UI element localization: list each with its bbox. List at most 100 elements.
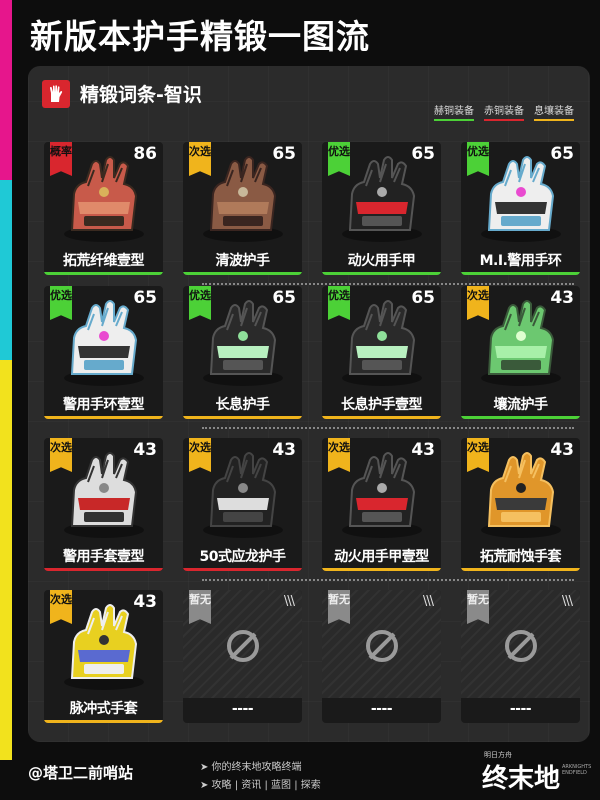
equipment-level: 43 <box>272 440 296 460</box>
recommendation-badge: 暂无 <box>189 590 211 624</box>
equipment-card[interactable]: 次选 43 警用手套壹型 <box>44 438 163 571</box>
equipment-name: 拓荒耐蚀手套 <box>480 549 562 565</box>
tier-bar <box>322 720 441 723</box>
equipment-level: 65 <box>272 144 296 164</box>
slash-marks: \\\ <box>422 594 434 609</box>
equipment-level: 43 <box>411 440 435 460</box>
equipment-level: 65 <box>411 144 435 164</box>
equipment-name: 清波护手 <box>215 253 271 269</box>
tier-bar <box>461 416 580 419</box>
logo-title: 终末地 <box>482 764 561 794</box>
tier-bar <box>183 568 302 571</box>
recommendation-badge: 优选 <box>467 142 489 176</box>
tier-bar <box>44 416 163 419</box>
footer: @塔卫二前哨站 ➤ 你的终末地攻略终端 ➤ 攻略 | 资讯 | 蓝图 | 探索 … <box>0 748 600 800</box>
equipment-card[interactable]: 优选 65 长息护手 <box>183 286 302 419</box>
recommendation-badge: 次选 <box>467 286 489 320</box>
equipment-card[interactable]: 优选 65 长息护手壹型 <box>322 286 441 419</box>
recommendation-badge: 优选 <box>328 286 350 320</box>
tier-bar <box>461 568 580 571</box>
tier-bar <box>322 568 441 571</box>
tier-bar <box>461 720 580 723</box>
equipment-level: 65 <box>272 288 296 308</box>
empty-slot-icon <box>223 626 263 670</box>
equipment-card[interactable]: 次选 43 壤流护手 <box>461 286 580 419</box>
equipment-level: 65 <box>411 288 435 308</box>
equipment-level: 43 <box>133 592 157 612</box>
recommendation-badge: 优选 <box>50 286 72 320</box>
recommendation-badge: 次选 <box>189 142 211 176</box>
equipment-row: 次选 43 警用手套壹型 次选 43 50式应龙护手 次选 43 动火用手甲壹型 次选 43 拓荒耐蚀… <box>44 438 580 571</box>
equipment-name: 脉冲式手套 <box>69 701 138 717</box>
slash-marks: \\\ <box>283 594 295 609</box>
equipment-card[interactable]: 次选 43 拓荒耐蚀手套 <box>461 438 580 571</box>
logo-english: ARKNIGHTS ENDFIELD <box>562 764 592 776</box>
panel-header: 精锻词条-智识 赫铜装备 赤铜装备 息壤装备 <box>28 66 590 121</box>
equipment-name: ---- <box>231 701 254 717</box>
side-stripe-cyan <box>0 180 12 360</box>
equipment-card[interactable]: 暂无 \\\ ---- <box>183 590 302 723</box>
equipment-card[interactable]: 次选 65 清波护手 <box>183 142 302 275</box>
equipment-card[interactable]: 次选 43 50式应龙护手 <box>183 438 302 571</box>
legend-item: 赤铜装备 <box>484 102 524 121</box>
page-title: 新版本护手精锻一图流 <box>30 17 370 56</box>
row-divider <box>202 427 574 429</box>
equipment-row: 次选 43 脉冲式手套 暂无 \\\ ---- 暂无 \\\ ---- 暂无 \\\ ---- <box>44 590 580 723</box>
recommendation-badge: 次选 <box>50 590 72 624</box>
equipment-card[interactable]: 优选 65 动火用手甲 <box>322 142 441 275</box>
equipment-name: ---- <box>509 701 532 717</box>
empty-slot-icon <box>501 626 541 670</box>
recommendation-badge: 暂无 <box>467 590 489 624</box>
equipment-name: 警用手环壹型 <box>63 397 145 413</box>
equipment-level: 43 <box>550 288 574 308</box>
tier-bar <box>183 272 302 275</box>
equipment-name: M.I.警用手环 <box>479 253 562 269</box>
tier-bar <box>322 272 441 275</box>
side-stripe-magenta <box>0 0 12 180</box>
empty-slot-icon <box>362 626 402 670</box>
equipment-name: 长息护手壹型 <box>341 397 423 413</box>
footer-tagline: ➤ 你的终末地攻略终端 <box>200 762 302 773</box>
equipment-card[interactable]: 暂无 \\\ ---- <box>461 590 580 723</box>
tier-bar <box>322 416 441 419</box>
author-handle: @塔卫二前哨站 <box>28 764 134 782</box>
equipment-level: 43 <box>550 440 574 460</box>
equipment-card[interactable]: 次选 43 脉冲式手套 <box>44 590 163 723</box>
main-panel: 精锻词条-智识 赫铜装备 赤铜装备 息壤装备 概率 86 拓荒纤维壹型 次选 65 清波护手优… <box>28 66 590 742</box>
recommendation-badge: 次选 <box>467 438 489 472</box>
recommendation-badge: 次选 <box>189 438 211 472</box>
equipment-card[interactable]: 优选 65 M.I.警用手环 <box>461 142 580 275</box>
equipment-name: 壤流护手 <box>493 397 549 413</box>
tier-bar <box>183 720 302 723</box>
recommendation-badge: 优选 <box>328 142 350 176</box>
slash-marks: \\\ <box>561 594 573 609</box>
equipment-level: 43 <box>133 440 157 460</box>
equipment-card[interactable]: 次选 43 动火用手甲壹型 <box>322 438 441 571</box>
equipment-name: ---- <box>370 701 393 717</box>
recommendation-badge: 次选 <box>50 438 72 472</box>
footer-categories: ➤ 攻略 | 资讯 | 蓝图 | 探索 <box>200 780 321 791</box>
recommendation-badge: 概率 <box>50 142 72 176</box>
equipment-row: 优选 65 警用手环壹型 优选 65 长息护手 优选 65 长息护手壹型 次选 43 壤流护手 <box>44 286 580 419</box>
tier-bar <box>461 272 580 275</box>
section-title: 精锻词条-智识 <box>80 84 202 106</box>
equipment-card[interactable]: 概率 86 拓荒纤维壹型 <box>44 142 163 275</box>
tier-bar <box>183 416 302 419</box>
equipment-name: 动火用手甲 <box>347 253 416 269</box>
row-divider <box>202 283 574 285</box>
recommendation-badge: 暂无 <box>328 590 350 624</box>
side-stripe-yellow <box>0 360 12 760</box>
tier-bar <box>44 568 163 571</box>
equipment-name: 警用手套壹型 <box>63 549 145 565</box>
legend-item: 息壤装备 <box>534 102 574 121</box>
legend: 赫铜装备 赤铜装备 息壤装备 <box>434 102 574 121</box>
recommendation-badge: 优选 <box>189 286 211 320</box>
equipment-card[interactable]: 优选 65 警用手环壹型 <box>44 286 163 419</box>
equipment-level: 65 <box>550 144 574 164</box>
equipment-level: 86 <box>133 144 157 164</box>
tier-bar <box>44 272 163 275</box>
game-logo: 明日方舟 终末地 ARKNIGHTS ENDFIELD <box>470 750 591 796</box>
equipment-card[interactable]: 暂无 \\\ ---- <box>322 590 441 723</box>
equipment-name: 拓荒纤维壹型 <box>63 253 145 269</box>
equipment-level: 65 <box>133 288 157 308</box>
